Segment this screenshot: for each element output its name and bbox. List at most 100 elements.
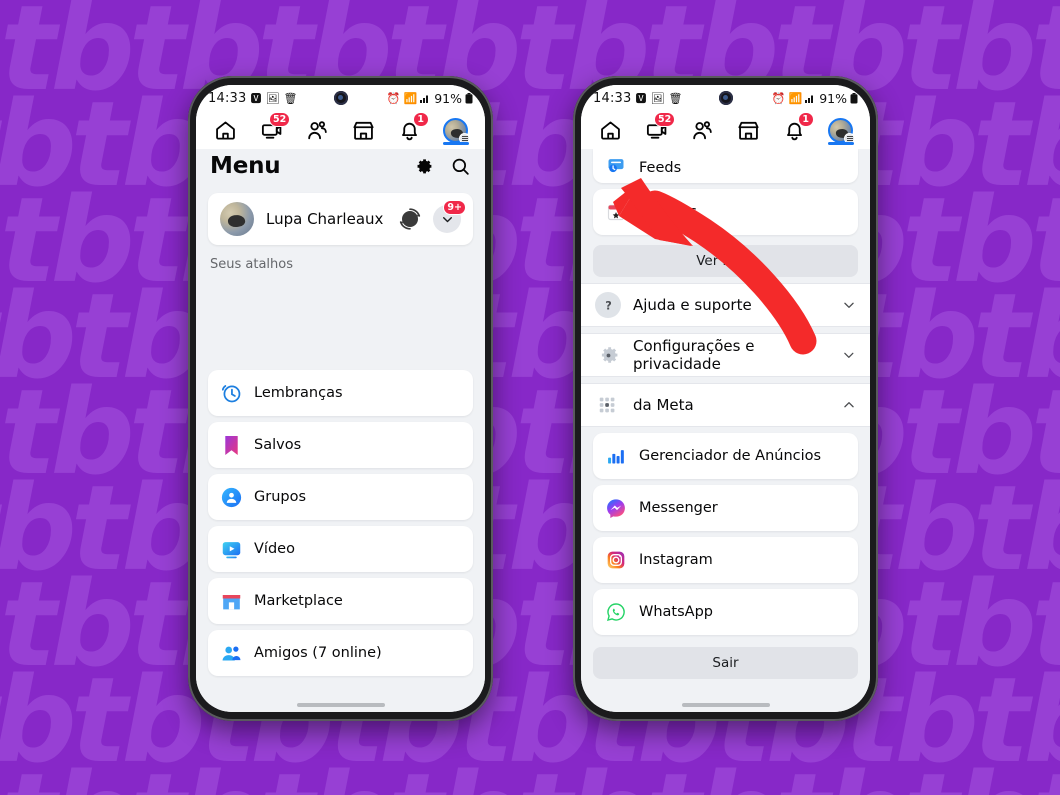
accordion-da-meta[interactable]: da Meta	[581, 383, 870, 427]
marketplace-icon	[738, 121, 759, 140]
home-icon	[600, 121, 620, 140]
nav-video-button[interactable]: 52	[639, 112, 676, 145]
menu-item-grupos[interactable]: Grupos	[208, 474, 473, 520]
chevron-down-icon	[844, 302, 854, 308]
menu-item-lembrancas[interactable]: Lembranças	[208, 370, 473, 416]
shortcuts-label: Seus atalhos	[210, 257, 294, 272]
marketplace-icon	[353, 121, 374, 140]
nav-home-button[interactable]	[208, 115, 242, 145]
nav-home-button[interactable]	[593, 115, 627, 145]
meta-app-messenger[interactable]: Messenger	[593, 485, 858, 531]
menu-item-label: Feeds	[639, 160, 682, 176]
friends-icon	[308, 120, 327, 139]
gear-icon[interactable]	[413, 156, 434, 177]
menu-header: Menu	[196, 149, 485, 187]
messenger-icon	[605, 497, 627, 519]
meta-app-gerenciador-de-anuncios[interactable]: Gerenciador de Anúncios	[593, 433, 858, 479]
meta-app-instagram[interactable]: Instagram	[593, 537, 858, 583]
menu-item-label: Salvos	[254, 437, 302, 453]
menu-item-eventos[interactable]: Eventos	[593, 189, 858, 235]
friends-icon	[693, 120, 712, 139]
menu-item-video[interactable]: Vídeo	[208, 526, 473, 572]
signal-icon	[805, 95, 814, 103]
svg-text:?: ?	[605, 299, 612, 312]
status-bar-left: 14:33 🆅 🖼 🗑	[593, 91, 682, 106]
accordion-ajuda-e-suporte[interactable]: ? Ajuda e suporte	[581, 283, 870, 327]
meta-app-whatsapp[interactable]: WhatsApp	[593, 589, 858, 635]
trash-icon: 🗑	[283, 91, 298, 105]
profile-card[interactable]: Lupa Charleaux 9+	[208, 193, 473, 245]
active-tab-underline	[827, 142, 854, 145]
video-badge: 52	[269, 112, 291, 127]
settings-gear-icon	[595, 342, 621, 368]
gesture-bar[interactable]	[681, 703, 770, 707]
sync-avatar-icon[interactable]	[397, 206, 423, 232]
phone-left-screen: 14:33 🆅 🖼 🗑 ⏰ 📶 91% 52 1 Menu Lupa Charl…	[196, 85, 485, 712]
page-title: Menu	[210, 153, 281, 179]
home-icon	[215, 121, 235, 140]
phone-right-screen: 14:33 🆅 🖼 🗑 ⏰ 📶 91% 52 1 Feeds Eventos V…	[581, 85, 870, 712]
top-navigation-bar[interactable]: 52 1	[581, 111, 870, 149]
nav-profile-menu-button[interactable]	[824, 115, 858, 145]
menu-screen: Menu Lupa Charleaux 9+ Seus atalhos Lemb…	[196, 149, 485, 712]
camera-notch	[718, 91, 733, 105]
menu-item-label: Marketplace	[254, 593, 343, 609]
menu-item-label: Grupos	[254, 489, 307, 505]
profile-avatar	[220, 202, 254, 236]
profile-menu-avatar	[443, 117, 471, 144]
status-time: 14:33	[593, 90, 632, 106]
menu-item-feeds[interactable]: Feeds	[593, 149, 858, 183]
shortcuts-empty-area	[196, 272, 485, 364]
menu-item-salvos[interactable]: Salvos	[208, 422, 473, 468]
menu-item-marketplace[interactable]: Marketplace	[208, 578, 473, 624]
status-time: 14:33	[208, 90, 247, 106]
groups-icon	[220, 486, 242, 508]
nav-profile-menu-button[interactable]	[439, 115, 473, 145]
nav-marketplace-button[interactable]	[347, 115, 381, 145]
meta-app-label: Instagram	[639, 552, 713, 568]
nav-notifications-button[interactable]: 1	[393, 112, 429, 145]
status-bar-left: 14:33 🆅 🖼 🗑	[208, 91, 297, 106]
status-bar-right: ⏰ 📶 91%	[387, 91, 473, 106]
notifications-badge: 1	[412, 112, 429, 127]
video-play-icon	[220, 538, 242, 560]
accordion-configuracoes-e-privacidade[interactable]: Configurações e privacidade	[581, 333, 870, 377]
menu-screen-scrolled: Feeds Eventos Ver mais ? Ajuda e suporte…	[581, 149, 870, 712]
phone-left: 14:33 🆅 🖼 🗑 ⏰ 📶 91% 52 1 Menu Lupa Charl…	[188, 76, 493, 721]
nav-marketplace-button[interactable]	[732, 115, 766, 145]
meta-app-label: WhatsApp	[639, 604, 713, 620]
chevron-up-icon	[844, 402, 854, 408]
menu-item-label: Eventos	[639, 204, 697, 220]
meta-app-label: Messenger	[639, 500, 718, 516]
nav-notifications-button[interactable]: 1	[778, 112, 814, 145]
whatsapp-icon	[605, 601, 627, 623]
menu-item-amigos[interactable]: Amigos (7 online)	[208, 630, 473, 676]
background-watermark: tbtbtbtbtbtbtbtbtbtbtbtbtb tbtbtbtbtbtbt…	[0, 0, 1060, 795]
memories-clock-icon	[220, 382, 242, 404]
gesture-bar[interactable]	[296, 703, 385, 707]
nav-friends-button[interactable]	[685, 115, 719, 145]
nav-video-button[interactable]: 52	[254, 112, 291, 145]
menu-item-label: Vídeo	[254, 541, 295, 557]
alarm-icon: ⏰	[771, 91, 786, 105]
see-more-button[interactable]: Ver mais	[593, 245, 858, 277]
profile-actions: 9+	[397, 200, 466, 233]
gallery-icon: 🖼	[650, 91, 665, 105]
profile-expand-button[interactable]: 9+	[433, 200, 466, 233]
menu-item-label: Amigos (7 online)	[254, 645, 382, 661]
search-icon[interactable]	[450, 156, 471, 177]
top-navigation-bar[interactable]: 52 1	[196, 111, 485, 149]
chevron-down-icon	[844, 352, 854, 358]
status-bar: 14:33 🆅 🖼 🗑 ⏰ 📶 91%	[196, 85, 485, 111]
active-tab-underline	[442, 142, 469, 145]
instagram-icon	[605, 549, 627, 571]
logout-button[interactable]: Sair	[593, 647, 858, 679]
accordion-label: Ajuda e suporte	[633, 296, 752, 314]
meta-app-label: Gerenciador de Anúncios	[639, 448, 822, 464]
nav-friends-button[interactable]	[300, 115, 334, 145]
marketplace-store-icon	[220, 590, 242, 612]
friends-people-icon	[220, 642, 242, 664]
gallery-icon: 🖼	[265, 91, 280, 105]
alarm-icon: ⏰	[386, 91, 401, 105]
phone-right: 14:33 🆅 🖼 🗑 ⏰ 📶 91% 52 1 Feeds Eventos V…	[573, 76, 878, 721]
